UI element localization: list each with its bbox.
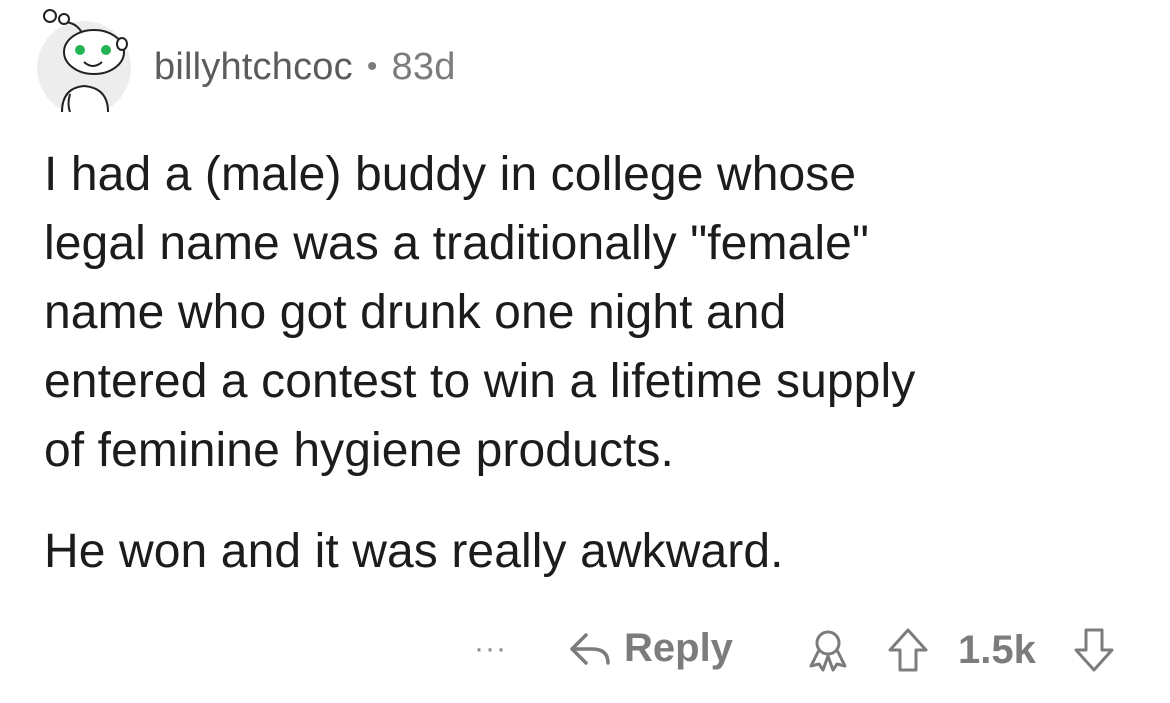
award-icon bbox=[809, 630, 847, 672]
upvote-button[interactable] bbox=[886, 626, 930, 679]
comment-actions: ··· Reply 1.5k bbox=[0, 620, 1170, 680]
username[interactable]: billyhtchcoc bbox=[154, 46, 353, 89]
award-button[interactable] bbox=[806, 628, 850, 679]
comment-age: 83d bbox=[391, 45, 456, 88]
reply-arrow-icon bbox=[570, 632, 610, 665]
reply-label: Reply bbox=[624, 626, 733, 670]
downvote-arrow-icon bbox=[1074, 628, 1114, 672]
vote-score: 1.5k bbox=[958, 628, 1036, 672]
reply-button[interactable]: Reply bbox=[566, 626, 733, 671]
comment-body: I had a (male) buddy in college whose le… bbox=[44, 140, 1144, 586]
comment-paragraph-2: He won and it was really awkward. bbox=[44, 525, 784, 578]
upvote-arrow-icon bbox=[888, 628, 928, 672]
comment-header: billyhtchcoc • 83d bbox=[36, 8, 456, 112]
avatar[interactable] bbox=[36, 8, 132, 112]
meta-separator: • bbox=[366, 50, 378, 83]
comment: billyhtchcoc • 83d I had a (male) buddy … bbox=[0, 0, 1170, 703]
more-options-button[interactable]: ··· bbox=[474, 634, 507, 664]
downvote-button[interactable] bbox=[1072, 626, 1116, 679]
comment-meta: billyhtchcoc • 83d bbox=[154, 46, 456, 89]
snoo-avatar-icon bbox=[37, 9, 131, 112]
comment-paragraph-1: I had a (male) buddy in college whose le… bbox=[44, 148, 916, 477]
